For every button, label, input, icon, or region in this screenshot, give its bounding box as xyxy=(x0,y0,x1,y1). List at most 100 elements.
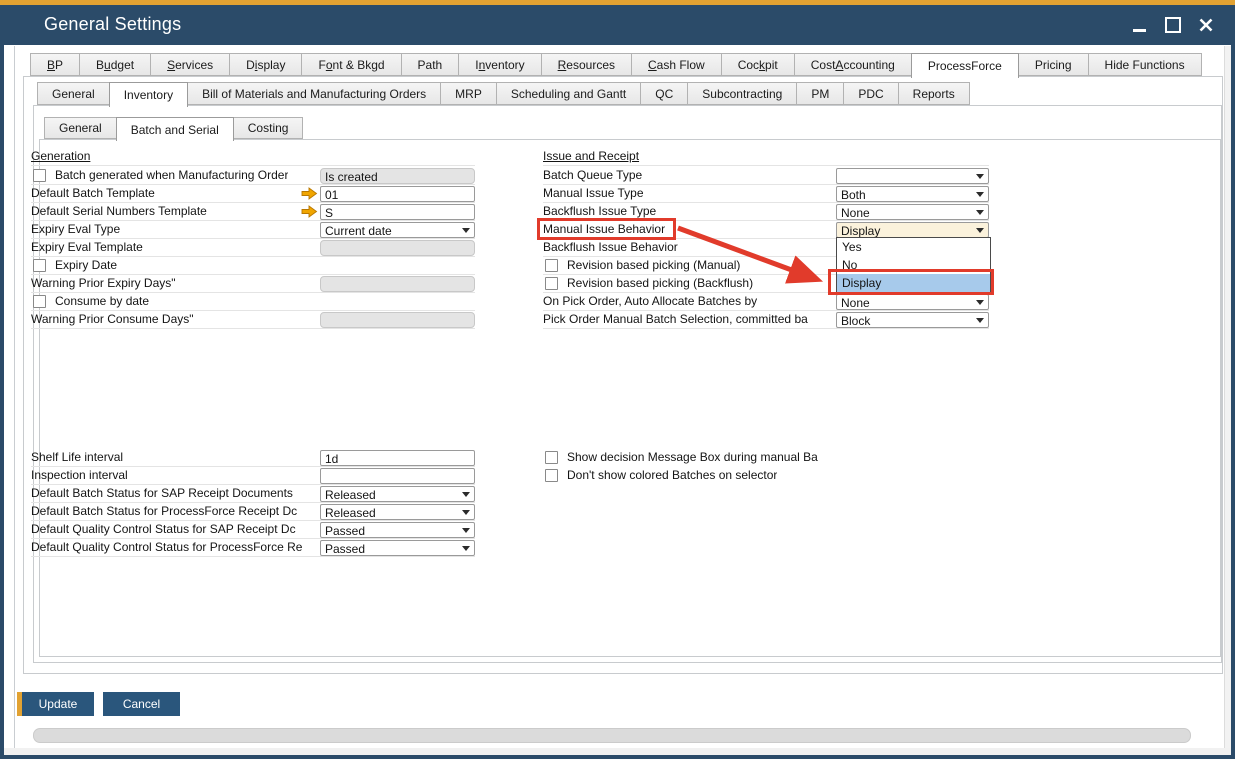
form-row: Default Quality Control Status for SAP R… xyxy=(31,521,475,539)
dropdown-arrow-icon xyxy=(976,300,984,305)
tab-general[interactable]: General xyxy=(44,117,117,139)
update-button[interactable]: Update xyxy=(17,692,94,716)
tab-pdc[interactable]: PDC xyxy=(843,82,898,105)
tab-cash-flow[interactable]: Cash Flow xyxy=(631,53,722,76)
tab-path[interactable]: Path xyxy=(401,53,460,76)
default-serial-numbers-template-label: Default Serial Numbers Template xyxy=(31,203,207,220)
tab-budget[interactable]: Budget xyxy=(79,53,151,76)
form-row: Expiry Eval TypeCurrent date xyxy=(31,221,475,239)
form-row: Shelf Life interval1d xyxy=(31,449,475,467)
tab-resources[interactable]: Resources xyxy=(541,53,632,76)
form-row: Default Quality Control Status for Proce… xyxy=(31,539,475,557)
default-batch-status-for-processforce-receipt-dc-label: Default Batch Status for ProcessForce Re… xyxy=(31,503,297,520)
dropdown-arrow-icon xyxy=(462,546,470,551)
default-serial-numbers-template-input[interactable]: S xyxy=(320,204,475,220)
tab-bp[interactable]: BP xyxy=(30,53,80,76)
tab-cockpit[interactable]: Cockpit xyxy=(721,53,795,76)
expiry-date-label: Expiry Date xyxy=(55,257,117,274)
minimize-icon[interactable] xyxy=(1131,16,1149,34)
tab-scheduling-and-gantt[interactable]: Scheduling and Gantt xyxy=(496,82,641,105)
pick-order-manual-batch-selection-committed-ba-dropdown[interactable]: Block xyxy=(836,312,989,328)
form-row: Show decision Message Box during manual … xyxy=(543,449,989,467)
dropdown-arrow-icon xyxy=(976,318,984,323)
tab-costing[interactable]: Costing xyxy=(233,117,304,139)
dropdown-option-no[interactable]: No xyxy=(837,256,990,274)
inspection-interval-input[interactable] xyxy=(320,468,475,484)
tab-cost-accounting[interactable]: Cost Accounting xyxy=(794,53,912,76)
dropdown-arrow-icon xyxy=(976,174,984,179)
tab-general[interactable]: General xyxy=(37,82,110,105)
on-pick-order-auto-allocate-batches-by-dropdown[interactable]: None xyxy=(836,294,989,310)
warning-prior-consume-days-input xyxy=(320,312,475,328)
form-row: Batch Queue Type xyxy=(543,167,989,185)
expiry-eval-template-input xyxy=(320,240,475,256)
tab-processforce[interactable]: ProcessForce xyxy=(911,53,1019,78)
manual-issue-behavior-dropdown-list: YesNoDisplay xyxy=(836,237,991,293)
revision-based-picking-manual-label: Revision based picking (Manual) xyxy=(567,257,740,274)
default-quality-control-status-for-sap-receipt-dc-dropdown[interactable]: Passed xyxy=(320,522,475,538)
batch-queue-type-label: Batch Queue Type xyxy=(543,167,642,184)
link-arrow-icon[interactable] xyxy=(301,187,318,200)
default-batch-status-for-sap-receipt-documents-label: Default Batch Status for SAP Receipt Doc… xyxy=(31,485,293,502)
tab-subcontracting[interactable]: Subcontracting xyxy=(687,82,797,105)
link-arrow-icon[interactable] xyxy=(301,205,318,218)
tab-pm[interactable]: PM xyxy=(796,82,844,105)
default-batch-status-for-processforce-receipt-dc-dropdown[interactable]: Released xyxy=(320,504,475,520)
tab-qc[interactable]: QC xyxy=(640,82,688,105)
checkbox-show-decision-message-box-during-manual-ba[interactable] xyxy=(545,451,558,464)
default-quality-control-status-for-processforce-re-dropdown[interactable]: Passed xyxy=(320,540,475,556)
checkbox-don-t-show-colored-batches-on-selector[interactable] xyxy=(545,469,558,482)
on-pick-order-auto-allocate-batches-by-label: On Pick Order, Auto Allocate Batches by xyxy=(543,293,757,310)
batch-queue-type-dropdown[interactable] xyxy=(836,168,989,184)
checkbox-revision-based-picking-manual[interactable] xyxy=(545,259,558,272)
manual-issue-type-label: Manual Issue Type xyxy=(543,185,644,202)
tab-pricing[interactable]: Pricing xyxy=(1018,53,1089,76)
don-t-show-colored-batches-on-selector-label: Don't show colored Batches on selector xyxy=(567,467,777,484)
backflush-issue-behavior-label: Backflush Issue Behavior xyxy=(543,239,678,256)
dropdown-option-display[interactable]: Display xyxy=(837,274,990,292)
tab-reports[interactable]: Reports xyxy=(898,82,970,105)
form-row: Expiry Date xyxy=(31,257,475,275)
default-batch-status-for-sap-receipt-documents-dropdown[interactable]: Released xyxy=(320,486,475,502)
cancel-button[interactable]: Cancel xyxy=(103,692,180,716)
content-left-edge xyxy=(14,46,15,748)
default-batch-template-input[interactable]: 01 xyxy=(320,186,475,202)
vertical-scrollbar-gutter xyxy=(1224,46,1231,748)
window-bottom-gutter xyxy=(4,748,1231,755)
form-row: Backflush Issue TypeNone xyxy=(543,203,989,221)
titlebar[interactable]: General Settings xyxy=(0,5,1235,45)
dropdown-arrow-icon xyxy=(976,192,984,197)
tab-display[interactable]: Display xyxy=(229,53,302,76)
horizontal-scrollbar-thumb[interactable] xyxy=(33,728,1191,743)
checkbox-revision-based-picking-backflush[interactable] xyxy=(545,277,558,290)
manual-issue-behavior-dropdown[interactable]: Display xyxy=(836,222,989,238)
batch-status-form: Shelf Life interval1dInspection interval… xyxy=(31,449,475,557)
general-settings-window: General Settings BPBudgetServicesDisplay… xyxy=(0,0,1235,759)
close-icon[interactable] xyxy=(1197,16,1215,34)
checkbox-batch-generated-when-manufacturing-order[interactable] xyxy=(33,169,46,182)
checkbox-expiry-date[interactable] xyxy=(33,259,46,272)
manual-issue-type-dropdown[interactable]: Both xyxy=(836,186,989,202)
checkbox-consume-by-date[interactable] xyxy=(33,295,46,308)
form-row: Default Serial Numbers Template S xyxy=(31,203,475,221)
tab-mrp[interactable]: MRP xyxy=(440,82,497,105)
tab-inventory[interactable]: Inventory xyxy=(109,82,188,107)
tab-services[interactable]: Services xyxy=(150,53,230,76)
pick-order-manual-batch-selection-committed-ba-label: Pick Order Manual Batch Selection, commi… xyxy=(543,311,808,328)
inspection-interval-label: Inspection interval xyxy=(31,467,128,484)
tab-font-bkgd[interactable]: Font & Bkgd xyxy=(301,53,401,76)
form-row: Pick Order Manual Batch Selection, commi… xyxy=(543,311,989,329)
dropdown-option-yes[interactable]: Yes xyxy=(837,238,990,256)
selector-options-form: Show decision Message Box during manual … xyxy=(543,449,989,485)
expiry-eval-type-dropdown[interactable]: Current date xyxy=(320,222,475,238)
maximize-icon[interactable] xyxy=(1164,16,1182,34)
form-row: Warning Prior Expiry Days" xyxy=(31,275,475,293)
tab-batch-and-serial[interactable]: Batch and Serial xyxy=(116,117,234,141)
backflush-issue-type-dropdown[interactable]: None xyxy=(836,204,989,220)
form-row: Inspection interval xyxy=(31,467,475,485)
tab-hide-functions[interactable]: Hide Functions xyxy=(1088,53,1202,76)
tab-bill-of-materials-and-manufacturing-orders[interactable]: Bill of Materials and Manufacturing Orde… xyxy=(187,82,441,105)
tab-inventory[interactable]: Inventory xyxy=(458,53,541,76)
manual-issue-behavior-label: Manual Issue Behavior xyxy=(543,221,665,238)
shelf-life-interval-input[interactable]: 1d xyxy=(320,450,475,466)
